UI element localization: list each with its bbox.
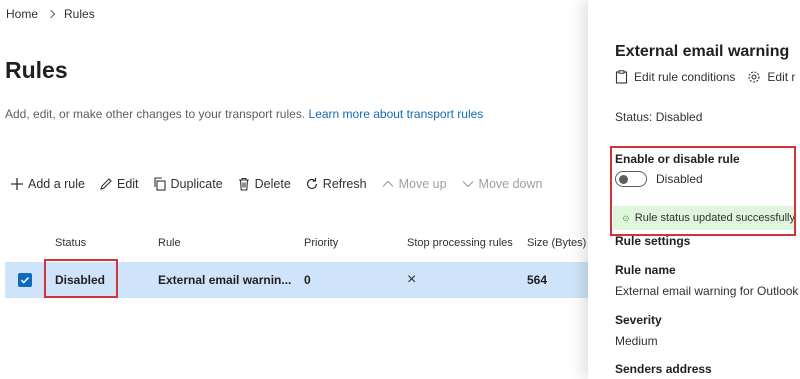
chevron-up-icon [382, 180, 394, 187]
toggle-highlight-box [610, 146, 796, 236]
column-header-stop-processing[interactable]: Stop processing rules [407, 237, 513, 249]
copy-icon [153, 177, 166, 191]
size-cell: 564 [527, 273, 548, 287]
breadcrumb-current: Rules [64, 7, 95, 21]
learn-more-link[interactable]: Learn more about transport rules [309, 107, 484, 121]
rule-name-label: Rule name [615, 263, 676, 277]
senders-address-label: Senders address [615, 362, 712, 376]
description-text: Add, edit, or make other changes to your… [5, 107, 306, 121]
delete-label: Delete [254, 177, 291, 191]
status-highlight-box [44, 259, 118, 298]
plus-icon [11, 178, 23, 190]
edit-rule-settings-button[interactable]: Edit r [747, 70, 795, 84]
clipboard-icon [615, 70, 628, 84]
severity-label: Severity [615, 313, 662, 327]
stop-processing-cell: × [407, 271, 417, 288]
edit-button[interactable]: Edit [99, 177, 139, 191]
column-header-size[interactable]: Size (Bytes) [527, 237, 586, 249]
move-up-label: Move up [398, 177, 447, 191]
command-bar: Add a rule Edit Duplicate Delete Refresh… [10, 174, 556, 194]
rule-settings-heading: Rule settings [615, 234, 691, 248]
page-title: Rules [5, 57, 68, 83]
gear-icon [748, 71, 760, 83]
refresh-label: Refresh [322, 177, 367, 191]
severity-value: Medium [615, 334, 658, 348]
move-down-button[interactable]: Move down [461, 177, 543, 191]
edit-rule-settings-label: Edit r [767, 70, 796, 84]
page-description: Add, edit, or make other changes to your… [5, 107, 483, 121]
edit-label: Edit [116, 177, 139, 191]
pencil-icon [100, 178, 112, 190]
breadcrumb: Home Rules [6, 6, 95, 22]
add-rule-button[interactable]: Add a rule [10, 177, 85, 191]
rule-name-cell[interactable]: External email warnin... [158, 262, 291, 298]
duplicate-label: Duplicate [170, 177, 223, 191]
edit-rule-conditions-label: Edit rule conditions [634, 70, 736, 84]
column-header-priority[interactable]: Priority [304, 237, 338, 249]
edit-rule-conditions-button[interactable]: Edit rule conditions [615, 70, 735, 84]
column-header-rule[interactable]: Rule [158, 237, 181, 249]
refresh-button[interactable]: Refresh [305, 177, 367, 191]
move-up-button[interactable]: Move up [381, 177, 447, 191]
panel-actions: Edit rule conditions Edit r [615, 70, 800, 84]
duplicate-button[interactable]: Duplicate [153, 177, 223, 191]
chevron-right-icon [46, 9, 56, 19]
add-rule-label: Add a rule [28, 177, 85, 191]
column-header-status[interactable]: Status [55, 237, 86, 249]
breadcrumb-home[interactable]: Home [6, 7, 38, 21]
move-down-label: Move down [478, 177, 543, 191]
delete-button[interactable]: Delete [237, 177, 291, 191]
checkmark-icon [20, 276, 30, 284]
refresh-icon [306, 178, 317, 190]
trash-icon [238, 177, 249, 191]
row-checkbox[interactable] [18, 273, 32, 287]
rule-status-text: Status: Disabled [615, 110, 703, 124]
rule-details-panel: External email warning Edit rule conditi… [588, 0, 800, 379]
priority-cell: 0 [304, 273, 311, 287]
chevron-down-icon [462, 181, 473, 188]
panel-title: External email warning [615, 43, 790, 60]
rule-name-value: External email warning for Outlook [615, 284, 799, 298]
